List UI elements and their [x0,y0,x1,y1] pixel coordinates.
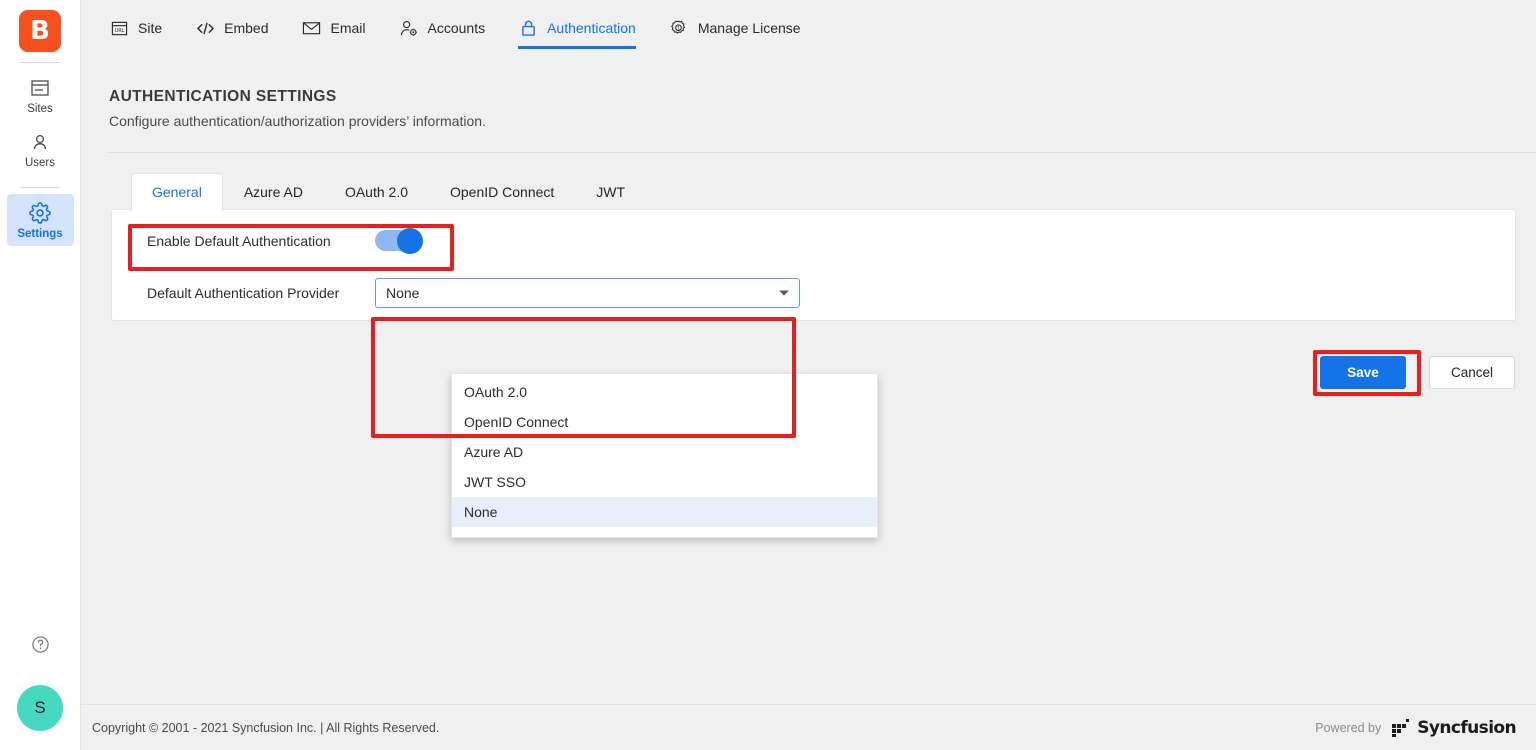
tab-general[interactable]: General [131,173,223,212]
tab-azure-ad[interactable]: Azure AD [223,173,324,212]
option-azure-ad[interactable]: Azure AD [452,437,877,467]
save-button[interactable]: Save [1320,356,1406,389]
svg-text:1: 1 [677,25,680,31]
avatar-initial: S [34,698,45,718]
cancel-button[interactable]: Cancel [1429,356,1515,389]
copyright-text: Copyright © 2001 - 2021 Syncfusion Inc. … [92,721,439,735]
lock-icon [518,18,538,38]
nav-item-embed[interactable]: Embed [195,0,285,59]
nav-item-manage-license[interactable]: 1 Manage License [669,0,818,59]
enable-default-authentication-row: Enable Default Authentication [147,230,421,251]
sidebar-item-users[interactable]: Users [7,123,74,175]
select-value: None [386,285,419,301]
main-content: AUTHENTICATION SETTINGS Configure authen… [81,59,1536,704]
syncfusion-mark-icon [1392,719,1414,737]
svg-text:URL: URL [114,27,124,33]
nav-item-authentication[interactable]: Authentication [518,0,653,59]
page-subtitle: Configure authentication/authorization p… [109,113,486,129]
code-brackets-icon [195,18,215,38]
avatar[interactable]: S [17,685,63,731]
sidebar-item-sites-label: Sites [27,103,53,115]
option-jwt-sso[interactable]: JWT SSO [452,467,877,497]
nav-item-embed-label: Embed [224,18,268,38]
footer: Copyright © 2001 - 2021 Syncfusion Inc. … [81,704,1536,750]
app-root: B Sites Users [0,0,1536,750]
nav-item-site-label: Site [138,18,162,38]
user-gear-icon [399,18,419,38]
enable-default-authentication-toggle[interactable] [375,230,421,251]
brand-logo[interactable]: B [19,10,61,52]
nav-item-accounts-label: Accounts [428,18,486,38]
sidebar-divider-top [20,62,60,63]
nav-item-manage-license-label: Manage License [698,18,801,38]
nav-item-authentication-label: Authentication [547,18,636,38]
option-none[interactable]: None [452,497,877,527]
nav-item-accounts[interactable]: Accounts [399,0,503,59]
header-divider [109,152,1536,153]
sidebar-item-settings-label: Settings [17,228,62,240]
page-title: AUTHENTICATION SETTINGS [109,88,337,106]
option-oauth-2[interactable]: OAuth 2.0 [452,377,877,407]
enable-default-authentication-label: Enable Default Authentication [147,233,375,249]
store-icon [29,77,51,99]
settings-tabs: General Azure AD OAuth 2.0 OpenID Connec… [131,173,646,212]
url-window-icon: URL [109,18,129,38]
syncfusion-logo: Syncfusion [1392,718,1516,738]
popup-bottom-spacer [452,527,877,537]
envelope-icon [301,18,321,38]
sidebar-item-users-label: Users [25,157,55,169]
default-authentication-provider-label: Default Authentication Provider [147,285,375,301]
default-authentication-provider-select[interactable]: None [375,278,800,308]
nav-item-site[interactable]: URL Site [109,0,179,59]
chevron-down-icon[interactable] [779,291,789,296]
sidebar: B Sites Users [0,0,81,750]
powered-by: Powered by Syncfusion [1315,718,1516,738]
user-icon [29,131,51,153]
top-navigation: URL Site Embed Email [81,0,1536,59]
default-authentication-provider-row: Default Authentication Provider None [147,278,800,308]
form-actions: Save Cancel [1320,356,1515,389]
help-circle-icon[interactable] [31,635,50,659]
nav-item-email[interactable]: Email [301,0,382,59]
tab-openid-connect[interactable]: OpenID Connect [429,173,575,212]
brand-logo-text: B [30,18,50,44]
syncfusion-wordmark: Syncfusion [1417,718,1516,738]
sidebar-item-sites[interactable]: Sites [7,69,74,121]
provider-options-list: OAuth 2.0 OpenID Connect Azure AD JWT SS… [451,374,878,538]
option-openid-connect[interactable]: OpenID Connect [452,407,877,437]
sidebar-divider-mid [20,187,60,188]
nav-item-email-label: Email [330,18,365,38]
general-settings-card: Enable Default Authentication Default Au… [111,209,1516,321]
gear-icon [29,202,51,224]
sidebar-item-settings[interactable]: Settings [7,194,74,246]
tab-oauth-2[interactable]: OAuth 2.0 [324,173,429,212]
powered-by-label: Powered by [1315,721,1381,735]
toggle-knob [397,228,423,254]
gear-license-icon: 1 [669,18,689,38]
tab-jwt[interactable]: JWT [575,173,646,212]
